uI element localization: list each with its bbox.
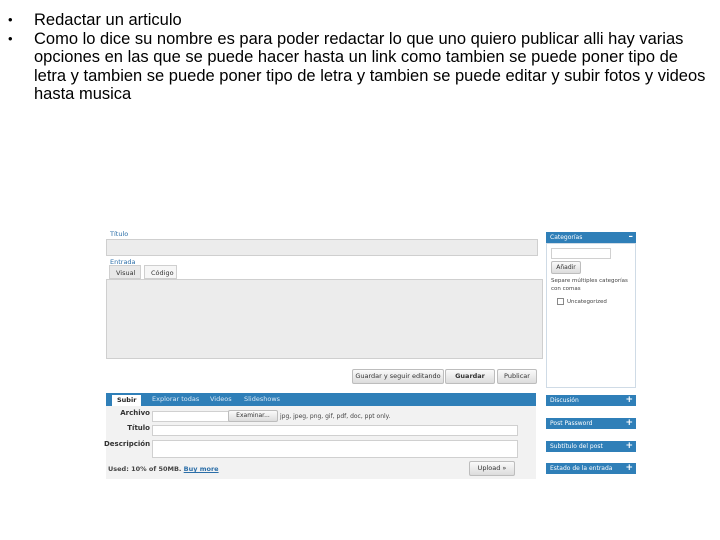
expand-icon[interactable]: +: [625, 395, 633, 405]
description-input[interactable]: [152, 440, 518, 458]
buy-more-link[interactable]: Buy more: [184, 465, 219, 473]
tab-videos[interactable]: Videos: [210, 395, 232, 403]
post-password-panel-header[interactable]: Post Password +: [546, 418, 636, 429]
tab-browse-all[interactable]: Explorar todas: [152, 395, 199, 403]
description-label: Descripción: [104, 440, 151, 448]
categories-title: Categorías: [550, 234, 583, 241]
expand-icon[interactable]: +: [625, 441, 633, 451]
category-input[interactable]: [551, 248, 611, 259]
category-hint: Separe múltiples categorías con comas: [551, 278, 628, 292]
expand-icon[interactable]: +: [625, 463, 633, 473]
categories-header[interactable]: Categorías –: [546, 232, 636, 243]
title-label: Título: [110, 230, 129, 238]
storage-used-text: Used: 10% of 50MB. Buy more: [108, 465, 219, 473]
upload-button[interactable]: Upload »: [469, 461, 515, 476]
uncategorized-label: Uncategorized: [567, 299, 607, 305]
bullet-item: Como lo dice su nombre es para poder red…: [8, 30, 712, 104]
file-label: Archivo: [120, 409, 150, 417]
bullet-item: Redactar un articulo: [8, 11, 712, 30]
save-button[interactable]: Guardar: [445, 369, 495, 384]
tab-slideshows[interactable]: Slideshows: [244, 395, 280, 403]
subtitle-panel-title: Subtítulo del post: [550, 443, 603, 450]
save-continue-button[interactable]: Guardar y seguir editando: [352, 369, 444, 384]
categories-panel: Añadir Separe múltiples categorías con c…: [546, 243, 636, 388]
entry-status-panel-header[interactable]: Estado de la entrada +: [546, 463, 636, 474]
uncategorized-checkbox[interactable]: [557, 298, 564, 305]
storage-used-value: Used: 10% of 50MB.: [108, 465, 182, 473]
bullet-list: Redactar un articulo Como lo dice su nom…: [8, 11, 712, 104]
collapse-icon[interactable]: –: [629, 232, 634, 242]
discussion-panel-header[interactable]: Discusión +: [546, 395, 636, 406]
tab-upload[interactable]: Subir: [112, 395, 142, 406]
browse-button[interactable]: Examinar...: [228, 410, 278, 422]
discussion-panel-title: Discusión: [550, 397, 579, 404]
expand-icon[interactable]: +: [625, 418, 633, 428]
tab-visual[interactable]: Visual: [109, 265, 141, 279]
publish-button[interactable]: Publicar: [497, 369, 537, 384]
editor-screenshot: Título Entrada Visual Código Guardar y s…: [100, 224, 640, 479]
post-password-panel-title: Post Password: [550, 420, 593, 427]
uploader-tabbar: Subir Explorar todas Videos Slideshows: [106, 393, 536, 406]
upload-title-label: Título: [127, 424, 150, 432]
media-uploader: Subir Explorar todas Videos Slideshows A…: [104, 393, 536, 479]
title-input[interactable]: [106, 239, 538, 256]
add-category-button[interactable]: Añadir: [551, 261, 581, 274]
file-input[interactable]: [152, 411, 230, 422]
upload-title-input[interactable]: [152, 425, 518, 436]
tab-code[interactable]: Código: [144, 265, 177, 279]
entry-status-panel-title: Estado de la entrada: [550, 465, 613, 472]
subtitle-panel-header[interactable]: Subtítulo del post +: [546, 441, 636, 452]
entry-textarea[interactable]: [106, 279, 543, 359]
file-formats-text: jpg, jpeg, png, gif, pdf, doc, ppt only.: [280, 413, 391, 420]
